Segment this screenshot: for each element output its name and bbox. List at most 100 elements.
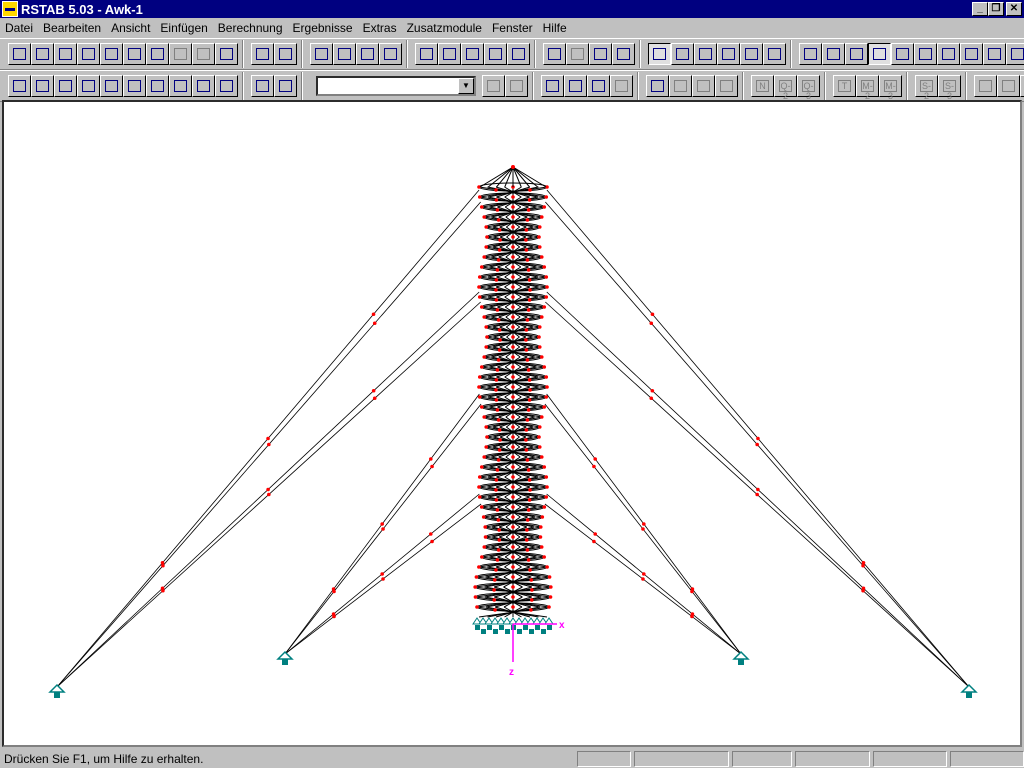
close-button[interactable]: ✕ bbox=[1006, 2, 1022, 16]
dot-grid-button[interactable] bbox=[822, 43, 845, 65]
menu-hilfe[interactable]: Hilfe bbox=[538, 21, 572, 35]
chevron-down-icon[interactable]: ▼ bbox=[458, 78, 474, 94]
grid-table-button[interactable] bbox=[997, 75, 1020, 97]
new-hinge-button[interactable] bbox=[169, 75, 192, 97]
export-button[interactable] bbox=[274, 75, 297, 97]
undo-button[interactable] bbox=[169, 43, 192, 65]
m-3-button[interactable]: M-3 bbox=[879, 75, 902, 101]
view-iso-button[interactable] bbox=[484, 43, 507, 65]
new-member-button[interactable] bbox=[54, 75, 77, 97]
menu-berechnung[interactable]: Berechnung bbox=[213, 21, 288, 35]
render-colored-button[interactable] bbox=[914, 43, 937, 65]
find-button[interactable] bbox=[983, 43, 1006, 65]
tower-node bbox=[479, 305, 484, 309]
open-folder-button[interactable] bbox=[31, 43, 54, 65]
grid-button[interactable] bbox=[799, 43, 822, 65]
menu-fenster[interactable]: Fenster bbox=[487, 21, 538, 35]
q-3-button[interactable]: Q-3 bbox=[797, 75, 820, 101]
print-button[interactable] bbox=[123, 43, 146, 65]
menu-einfügen[interactable]: Einfügen bbox=[155, 21, 212, 35]
new-frame-button[interactable] bbox=[77, 75, 100, 97]
pan-hand-button[interactable] bbox=[310, 43, 333, 65]
new-node-button[interactable] bbox=[31, 75, 54, 97]
new-text-button[interactable] bbox=[215, 75, 238, 97]
new-dimension-button[interactable] bbox=[192, 75, 215, 97]
zoom-button[interactable] bbox=[333, 43, 356, 65]
support-button[interactable] bbox=[589, 43, 612, 65]
tower-node bbox=[511, 585, 515, 589]
app-icon[interactable] bbox=[2, 1, 18, 17]
support-base bbox=[523, 625, 528, 630]
next-button[interactable] bbox=[505, 75, 528, 97]
view-3d-button[interactable] bbox=[507, 43, 530, 65]
menu-ansicht[interactable]: Ansicht bbox=[106, 21, 155, 35]
import-button[interactable] bbox=[251, 75, 274, 97]
find-icon bbox=[988, 48, 1001, 60]
q-2-button[interactable]: Q-2 bbox=[774, 75, 797, 101]
result-arch-button[interactable] bbox=[669, 75, 692, 97]
window-single-button[interactable] bbox=[740, 43, 763, 65]
load-case-select[interactable]: ▼ bbox=[316, 76, 476, 96]
window-arrange-button[interactable] bbox=[763, 43, 786, 65]
s-3-button[interactable]: S-3 bbox=[938, 75, 961, 101]
t-button[interactable]: T bbox=[833, 75, 856, 97]
n-button[interactable]: N bbox=[751, 75, 774, 97]
save-button[interactable] bbox=[77, 43, 100, 65]
tower-node bbox=[538, 535, 543, 539]
new-load-button[interactable] bbox=[123, 75, 146, 97]
render-members-button[interactable] bbox=[891, 43, 914, 65]
structure-model[interactable]: xz bbox=[4, 102, 1020, 745]
member-loads-button[interactable] bbox=[541, 75, 564, 97]
new-set-button[interactable] bbox=[146, 75, 169, 97]
render-solid-button[interactable] bbox=[868, 43, 891, 65]
result-node-button[interactable] bbox=[715, 75, 738, 97]
hinge-button[interactable] bbox=[612, 43, 635, 65]
open-project-button[interactable] bbox=[54, 43, 77, 65]
window-horizontal-button[interactable] bbox=[671, 43, 694, 65]
prev-button[interactable] bbox=[482, 75, 505, 97]
result-mass-button[interactable] bbox=[692, 75, 715, 97]
minimize-button[interactable]: _ bbox=[972, 2, 988, 16]
snap-button[interactable] bbox=[845, 43, 868, 65]
view-y-icon bbox=[443, 48, 456, 60]
dimensions-button[interactable] bbox=[937, 43, 960, 65]
view-z-button[interactable] bbox=[461, 43, 484, 65]
menu-extras[interactable]: Extras bbox=[358, 21, 402, 35]
zoom-all-button[interactable] bbox=[379, 43, 402, 65]
select-button[interactable] bbox=[251, 43, 274, 65]
menu-zusatzmodule[interactable]: Zusatzmodule bbox=[402, 21, 487, 35]
result-frame-button[interactable] bbox=[646, 75, 669, 97]
menu-bearbeiten[interactable]: Bearbeiten bbox=[38, 21, 106, 35]
glasses-button[interactable] bbox=[1006, 43, 1024, 65]
window-split-button[interactable] bbox=[717, 43, 740, 65]
deformation-button[interactable] bbox=[587, 75, 610, 97]
nodal-loads-button[interactable] bbox=[564, 75, 587, 97]
table-button[interactable] bbox=[8, 75, 31, 97]
cross-section-button[interactable] bbox=[543, 43, 566, 65]
window-cascade-button[interactable] bbox=[648, 43, 671, 65]
tower-node bbox=[525, 318, 530, 322]
material-button[interactable] bbox=[566, 43, 589, 65]
new-file-button[interactable] bbox=[8, 43, 31, 65]
window-vertical-button[interactable] bbox=[694, 43, 717, 65]
new-support-button[interactable] bbox=[100, 75, 123, 97]
restore-button[interactable]: ❐ bbox=[988, 2, 1004, 16]
zoom-window-button[interactable] bbox=[356, 43, 379, 65]
node-cross-button[interactable] bbox=[960, 43, 983, 65]
menu-datei[interactable]: Datei bbox=[0, 21, 38, 35]
view-x-button[interactable] bbox=[415, 43, 438, 65]
s-2-button[interactable]: S-2 bbox=[915, 75, 938, 101]
balance-button[interactable] bbox=[974, 75, 997, 97]
save-all-button[interactable] bbox=[100, 43, 123, 65]
next-icon bbox=[510, 80, 523, 92]
redo-button[interactable] bbox=[192, 43, 215, 65]
view-y-button[interactable] bbox=[438, 43, 461, 65]
hatch-button[interactable] bbox=[1020, 75, 1024, 97]
add-member-button[interactable] bbox=[274, 43, 297, 65]
help-button[interactable] bbox=[215, 43, 238, 65]
model-view[interactable]: xz bbox=[2, 100, 1022, 747]
book-button[interactable] bbox=[146, 43, 169, 65]
results-table-button[interactable] bbox=[610, 75, 633, 97]
m-2-button[interactable]: M-2 bbox=[856, 75, 879, 101]
menu-ergebnisse[interactable]: Ergebnisse bbox=[288, 21, 358, 35]
